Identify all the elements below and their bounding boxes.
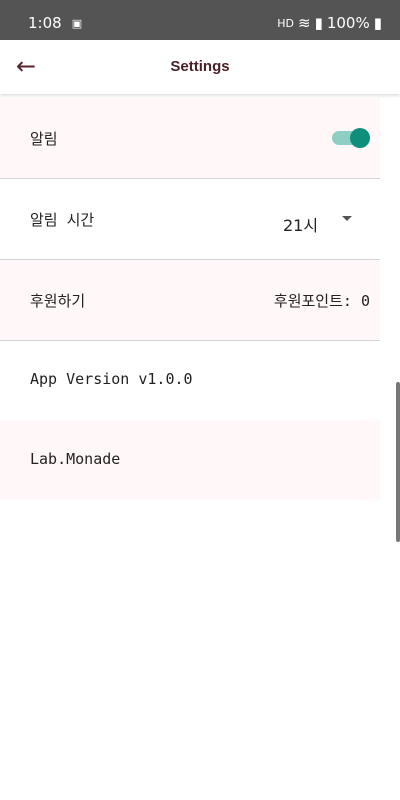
version-row: App Version v1.0.0 bbox=[0, 340, 380, 421]
hd-badge: HD bbox=[277, 16, 294, 30]
page-title: Settings bbox=[170, 58, 230, 75]
notification-time-select[interactable]: 21시 bbox=[283, 212, 318, 236]
wifi-icon: ≋ bbox=[298, 14, 311, 32]
notification-time-label: 알림 시간 bbox=[30, 211, 95, 229]
toggle-thumb bbox=[350, 128, 370, 148]
donate-label: 후원하기 bbox=[30, 292, 86, 310]
notification-toggle[interactable] bbox=[332, 128, 370, 148]
notification-time-row: 알림 시간 bbox=[0, 179, 380, 260]
notification-setting-row: 알림 bbox=[0, 98, 380, 179]
app-bar: ← Settings bbox=[0, 40, 400, 94]
signal-icon: ▮ bbox=[314, 14, 323, 32]
app-version-label: App Version v1.0.0 bbox=[30, 370, 193, 388]
status-right: HD ≋ ▮ 100% ▮ bbox=[277, 14, 382, 32]
donate-row[interactable]: 후원하기 후원포인트: 0 bbox=[0, 260, 380, 341]
battery-percentage: 100% bbox=[326, 14, 370, 32]
gallery-icon: ▣ bbox=[71, 16, 83, 30]
scrollbar[interactable] bbox=[396, 382, 400, 542]
notification-label: 알림 bbox=[30, 130, 58, 148]
donate-points: 후원포인트: 0 bbox=[273, 292, 370, 310]
dropdown-arrow-icon[interactable] bbox=[342, 216, 352, 221]
status-bar: 1:08 ▣ HD ≋ ▮ 100% ▮ bbox=[0, 0, 400, 40]
battery-icon: ▮ bbox=[373, 14, 382, 32]
status-left: 1:08 ▣ bbox=[28, 14, 82, 32]
status-time: 1:08 bbox=[28, 14, 62, 32]
company-label: Lab.Monade bbox=[30, 450, 121, 468]
company-row: Lab.Monade bbox=[0, 420, 380, 500]
